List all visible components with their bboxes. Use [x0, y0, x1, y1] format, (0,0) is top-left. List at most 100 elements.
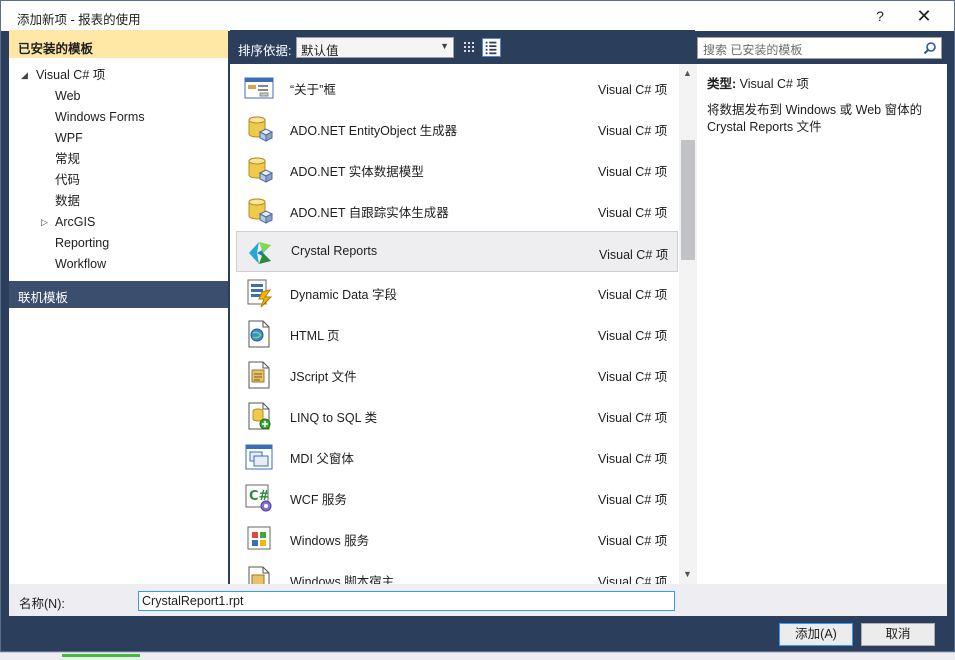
search-icon[interactable] — [923, 41, 937, 55]
template-item[interactable]: Windows 脚本宿主 Visual C# 项 — [236, 559, 678, 584]
scroll-up-icon[interactable]: ▲ — [683, 68, 692, 78]
template-item-name: “关于”框 — [290, 83, 336, 97]
tree-item[interactable]: WPF — [55, 128, 83, 149]
list-view-icon[interactable] — [482, 38, 501, 57]
sort-label: 排序依据: — [238, 44, 292, 58]
template-item[interactable]: ADO.NET 实体数据模型 Visual C# 项 — [236, 149, 678, 190]
tree-item[interactable]: 常规 — [55, 149, 80, 170]
tree-item[interactable]: 代码 — [55, 170, 80, 191]
name-label: 名称(N): — [19, 597, 65, 611]
template-item[interactable]: ADO.NET EntityObject 生成器 Visual C# 项 — [236, 108, 678, 149]
database-generator-icon — [248, 198, 274, 224]
chevron-down-icon: ▼ — [440, 41, 449, 51]
background-progress — [62, 654, 140, 657]
template-categories-panel: 已安装的模板 ◢ Visual C# 项 Web Windows Forms WPF 常规… — [9, 30, 228, 584]
left-panel-empty-area — [9, 308, 228, 584]
search-placeholder: 搜索 已安装的模板 — [703, 43, 803, 57]
scroll-down-icon[interactable]: ▼ — [683, 569, 692, 579]
template-item-name: Crystal Reports — [291, 244, 378, 258]
html-page-icon — [248, 320, 270, 348]
windows-service-icon — [247, 526, 271, 550]
template-item[interactable]: Dynamic Data 字段 Visual C# 项 — [236, 272, 678, 313]
sort-select[interactable]: 默认值 ▼ — [296, 37, 454, 58]
template-item-name: Windows 服务 — [290, 534, 370, 548]
template-item[interactable]: MDI 父窗体 Visual C# 项 — [236, 436, 678, 477]
help-button[interactable]: ? — [867, 5, 893, 27]
wcf-service-icon: C# — [245, 484, 272, 512]
template-list: “关于”框 Visual C# 项 ADO.NET EntityObject 生成器… — [230, 64, 697, 584]
template-item[interactable]: Crystal Reports Visual C# 项 — [236, 231, 678, 272]
details-type-label: 类型: — [707, 77, 737, 91]
jscript-file-icon — [248, 361, 270, 389]
template-item-name: HTML 页 — [290, 329, 340, 343]
template-item-name: JScript 文件 — [290, 370, 357, 384]
installed-templates-header[interactable]: 已安装的模板 — [9, 30, 228, 58]
template-item[interactable]: LINQ to SQL 类 Visual C# 项 — [236, 395, 678, 436]
dynamic-data-icon — [247, 279, 273, 308]
crystal-reports-icon — [249, 242, 271, 264]
cancel-button[interactable]: 取消 — [861, 623, 935, 646]
tree-item[interactable]: 数据 — [55, 191, 80, 212]
title-bar: 添加新项 - 报表的使用 ? ✕ — [1, 1, 954, 31]
template-item[interactable]: ADO.NET 自跟踪实体生成器 Visual C# 项 — [236, 190, 678, 231]
template-item-name: MDI 父窗体 — [290, 452, 354, 466]
template-item-type: Visual C# 项 — [598, 288, 668, 302]
background-status-bar — [0, 652, 955, 660]
online-templates-header[interactable]: 联机模板 — [9, 281, 228, 308]
tree-item-label: Workflow — [55, 257, 107, 271]
template-item-type: Visual C# 项 — [598, 411, 668, 425]
tree-item[interactable]: Windows Forms — [55, 107, 145, 128]
template-item-name: ADO.NET 实体数据模型 — [290, 165, 424, 179]
dialog-title: 添加新项 - 报表的使用 — [17, 13, 141, 27]
template-item[interactable]: “关于”框 Visual C# 项 — [236, 67, 678, 108]
tree-collapsed-icon[interactable]: ▷ — [41, 212, 48, 233]
linq-sql-icon — [248, 402, 271, 430]
details-type-value: Visual C# 项 — [739, 77, 809, 91]
template-item[interactable]: C# WCF 服务 Visual C# 项 — [236, 477, 678, 518]
small-icons-view-icon[interactable] — [460, 38, 479, 57]
tree-item[interactable]: ◢ Visual C# 项 — [21, 65, 106, 86]
template-item-type: Visual C# 项 — [598, 329, 668, 343]
script-host-icon — [248, 566, 270, 584]
details-type: 类型: Visual C# 项 — [707, 73, 937, 92]
template-item-type: Visual C# 项 — [598, 124, 668, 138]
template-item[interactable]: JScript 文件 Visual C# 项 — [236, 354, 678, 395]
about-box-icon — [244, 77, 274, 99]
template-item-type: Visual C# 项 — [598, 206, 668, 220]
tree-item-label: 常规 — [55, 152, 81, 166]
template-item-name: Windows 脚本宿主 — [290, 575, 395, 584]
list-scrollbar[interactable]: ▲ ▼ — [679, 64, 697, 584]
template-item-name: WCF 服务 — [290, 493, 347, 507]
template-item-name: ADO.NET 自跟踪实体生成器 — [290, 206, 449, 220]
template-item-type: Visual C# 项 — [598, 493, 668, 507]
tree-item-label: Web — [55, 89, 81, 103]
tree-item[interactable]: ▷ ArcGIS — [41, 212, 96, 233]
tree-item[interactable]: Workflow — [55, 254, 106, 275]
tree-item-label: ArcGIS — [55, 215, 96, 229]
name-row: 名称(N): CrystalReport1.rpt — [9, 584, 947, 616]
template-item[interactable]: Windows 服务 Visual C# 项 — [236, 518, 678, 559]
tree-expanded-icon[interactable]: ◢ — [21, 65, 28, 86]
tree-item-label: 数据 — [55, 194, 81, 208]
tree-item-label: Visual C# 项 — [36, 68, 106, 82]
close-button[interactable]: ✕ — [909, 5, 939, 27]
template-item-type: Visual C# 项 — [599, 248, 669, 262]
template-item-name: LINQ to SQL 类 — [290, 411, 378, 425]
template-item-type: Visual C# 项 — [598, 534, 668, 548]
template-item-type: Visual C# 项 — [598, 575, 668, 584]
template-item-type: Visual C# 项 — [598, 83, 668, 97]
tree-item[interactable]: Reporting — [55, 233, 109, 254]
tree-item[interactable]: Web — [55, 86, 80, 107]
template-item[interactable]: HTML 页 Visual C# 项 — [236, 313, 678, 354]
scroll-thumb[interactable] — [681, 140, 695, 260]
mdi-form-icon — [245, 444, 273, 470]
tree-item-label: 代码 — [55, 173, 81, 187]
database-model-icon — [248, 157, 274, 183]
details-panel: 类型: Visual C# 项 将数据发布到 Windows 或 Web 窗体的… — [697, 64, 947, 584]
name-field[interactable]: CrystalReport1.rpt — [138, 591, 675, 611]
database-generator-icon — [248, 116, 274, 142]
details-description: 将数据发布到 Windows 或 Web 窗体的 Crystal Reports… — [707, 103, 923, 134]
template-item-name: ADO.NET EntityObject 生成器 — [290, 124, 458, 138]
add-button[interactable]: 添加(A) — [779, 623, 853, 646]
search-input[interactable]: 搜索 已安装的模板 — [697, 37, 942, 59]
